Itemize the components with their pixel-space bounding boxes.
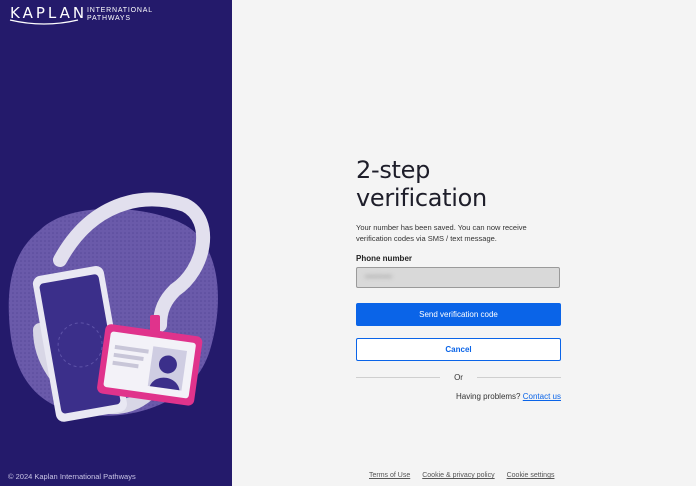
left-panel: KAPLAN INTERNATIONAL PATHWAYS © 2024 Kap… [0,0,232,486]
logo-sub-line2: PATHWAYS [87,15,131,22]
logo-swoosh-icon [9,19,79,25]
main-panel: 2-step verification Your number has been… [232,0,696,486]
help-text: Having problems? [456,392,521,401]
cookie-privacy-policy-link[interactable]: Cookie & privacy policy [422,472,494,479]
page-title: 2-step verification [356,156,487,212]
phone-badge-illustration [8,192,218,422]
phone-number-label: Phone number [356,254,413,263]
terms-of-use-link[interactable]: Terms of Use [369,472,410,479]
copyright-text: © 2024 Kaplan International Pathways [8,472,136,481]
logo-subtitle: INTERNATIONAL PATHWAYS [87,7,153,23]
contact-us-link[interactable]: Contact us [523,392,561,401]
help-row: Having problems? Contact us [356,392,561,401]
or-divider: Or [356,373,562,382]
cookie-settings-link[interactable]: Cookie settings [507,472,555,479]
divider-line-right [476,377,562,378]
logo-sub-line1: INTERNATIONAL [87,7,153,14]
divider-line-left [356,377,441,378]
send-verification-code-button[interactable]: Send verification code [356,303,561,326]
cancel-button[interactable]: Cancel [356,338,561,361]
phone-number-value: ••••••••••• [365,274,392,281]
footer-links: Terms of Use Cookie & privacy policy Coo… [369,472,554,479]
verification-form: 2-step verification Your number has been… [356,156,562,401]
description-text: Your number has been saved. You can now … [356,223,527,243]
phone-number-input[interactable]: ••••••••••• [356,267,560,288]
or-text: Or [454,373,463,382]
